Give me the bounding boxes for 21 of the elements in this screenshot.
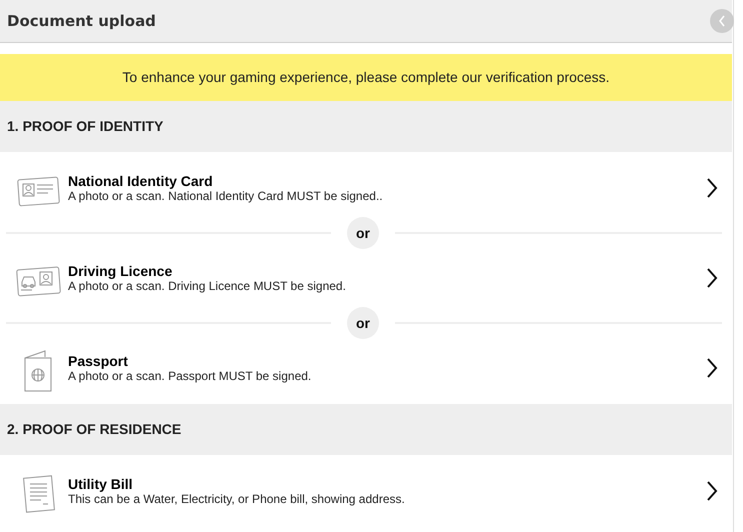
option-title: National Identity Card xyxy=(68,172,214,188)
option-title: Passport xyxy=(68,352,129,368)
notice-banner: To enhance your gaming experience, please complete our verification process. xyxy=(0,54,732,101)
back-button[interactable] xyxy=(710,9,734,33)
option-title: Utility Bill xyxy=(68,476,134,492)
option-description: A photo or a scan. Passport MUST be signed. xyxy=(68,368,312,384)
section-title: 1. PROOF OF IDENTITY xyxy=(7,117,164,136)
chevron-right-icon xyxy=(706,178,718,198)
option-description: A photo or a scan. National Identity Card MUST be signed.. xyxy=(68,188,384,204)
page-title: Document upload xyxy=(7,10,156,32)
id-card-icon xyxy=(17,175,61,207)
section-title: 2. PROOF OF RESIDENCE xyxy=(7,420,182,439)
chevron-left-icon xyxy=(717,15,727,27)
option-title: Driving Licence xyxy=(68,262,174,278)
chevron-right-icon xyxy=(706,358,718,378)
document-icon xyxy=(21,474,57,514)
licence-card-icon xyxy=(16,265,62,297)
chevron-right-icon xyxy=(706,481,718,501)
chevron-right-icon xyxy=(706,268,718,288)
option-description: A photo or a scan. Driving Licence MUST be signed. xyxy=(68,278,347,294)
option-description: This can be a Water, Electricity, or Phone bill, showing address. xyxy=(68,492,406,506)
